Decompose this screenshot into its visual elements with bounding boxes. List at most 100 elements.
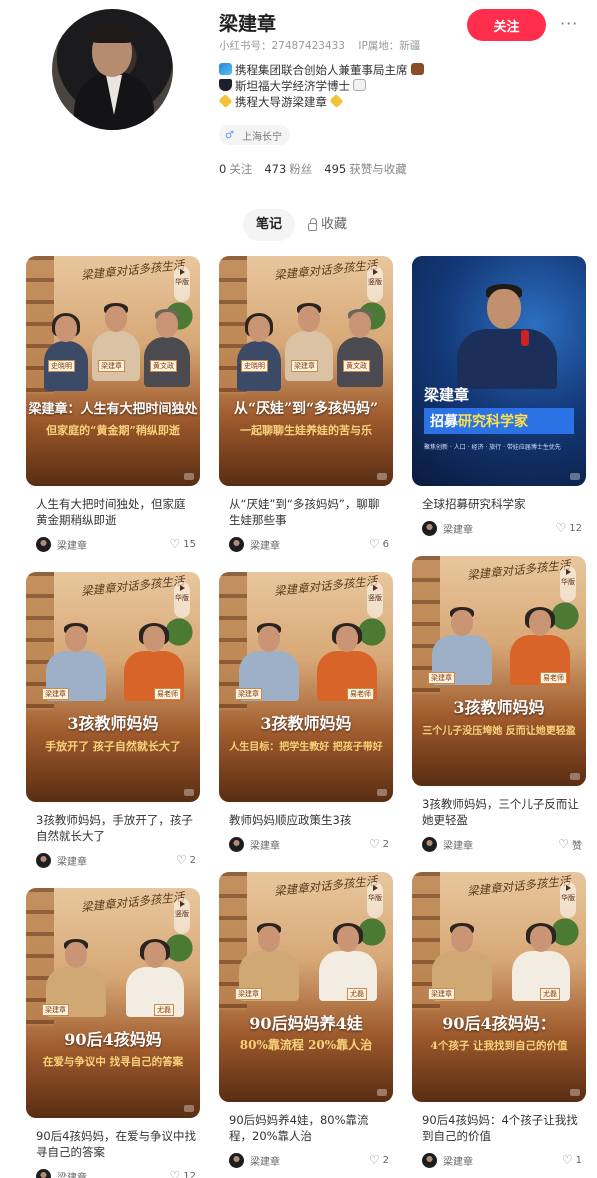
note-author[interactable]: 梁建章 ♡ 12 [36, 1168, 196, 1178]
tab-notes[interactable]: 笔记 [243, 209, 296, 241]
heart-outline-icon: ♡ [561, 1153, 573, 1167]
show-title: 梁建章对话多孩生活 [273, 873, 378, 899]
author-name: 梁建章 [57, 1172, 87, 1178]
note-author[interactable]: 梁建章 ♡ 1 [422, 1152, 582, 1168]
like-button[interactable]: ♡ 12 [556, 522, 583, 534]
like-count: 赞 [572, 840, 582, 852]
note-card[interactable]: 梁建章对话多孩生活 竖版 梁建章 尤磊 90后4孩妈妈 在爱与争议中 找寻自己的… [26, 888, 200, 1178]
follow-button[interactable]: 关注 [467, 9, 546, 41]
author-avatar [229, 536, 244, 552]
video-badge: 华版 [174, 266, 190, 302]
heart-outline-icon: ♡ [558, 837, 569, 851]
fans-stat[interactable]: 473 粉丝 [264, 161, 312, 177]
note-card[interactable]: 梁建章对话多孩生活 华版 梁建章 易老师 3孩教师妈妈 手放开了 孩子自然就长大… [26, 572, 200, 872]
note-author[interactable]: 梁建章 ♡ 2 [229, 1152, 389, 1168]
note-cover[interactable]: 梁建章 招募研究科学家 聚焦创新 · 人口 · 经济 · 旅行 · 带娃应届博士… [412, 256, 586, 486]
cover-subtitle: 但家庭的“黄金期”稍纵即逝 [46, 424, 180, 437]
note-cover[interactable]: 梁建章对话多孩生活 竖版 梁建章 尤磊 90后4孩妈妈 在爱与争议中 找寻自己的… [26, 888, 200, 1118]
profile-name: 梁建章 [219, 13, 277, 35]
host-nametag: 梁建章 [98, 360, 125, 372]
bio-line: 携程集团联合创始人兼董事局主席 [219, 62, 427, 78]
like-button[interactable]: ♡ 1 [562, 1154, 582, 1166]
like-button[interactable]: ♡ 2 [176, 854, 196, 866]
host-nametag: 梁建章 [235, 688, 262, 700]
note-caption[interactable]: 3孩教师妈妈，手放开了，孩子自然就长大了 [36, 812, 196, 844]
play-icon [372, 269, 378, 275]
note-author[interactable]: 梁建章 ♡ 2 [229, 836, 389, 852]
note-cover[interactable]: 梁建章对话多孩生活 华版 梁建章 易老师 3孩教师妈妈 三个儿子没压垮她 反而让… [412, 556, 586, 786]
note-caption[interactable]: 人生有大把时间独处，但家庭黄金期稍纵即逝 [36, 496, 196, 528]
note-author[interactable]: 梁建章 ♡ 6 [229, 536, 389, 552]
note-card[interactable]: 梁建章对话多孩生活 竖版 史晓明 梁建章 黄文政 从“厌娃”到“多孩妈妈” 一起… [219, 256, 393, 556]
like-button[interactable]: ♡ 2 [369, 838, 389, 850]
like-count: 15 [183, 538, 196, 550]
guest-nametag: 史晓明 [241, 360, 268, 372]
note-caption[interactable]: 教师妈妈顺应政策生3孩 [229, 812, 389, 828]
note-author[interactable]: 梁建章 ♡ 赞 [422, 836, 582, 852]
note-card[interactable]: 梁建章对话多孩生活 华版 梁建章 尤磊 90后4孩妈妈： 4个孩子 让我找到自己… [412, 872, 586, 1172]
note-cover[interactable]: 梁建章对话多孩生活 华版 梁建章 尤磊 90后4孩妈妈： 4个孩子 让我找到自己… [412, 872, 586, 1102]
guest-nametag: 黄文政 [343, 360, 370, 372]
like-count: 12 [569, 522, 582, 534]
note-caption[interactable]: 90后4孩妈妈：4个孩子让我找到自己的价值 [422, 1112, 582, 1144]
note-card[interactable]: 梁建章对话多孩生活 华版 梁建章 易老师 3孩教师妈妈 三个儿子没压垮她 反而让… [412, 556, 586, 856]
note-cover[interactable]: 梁建章对话多孩生活 华版 史晓明 梁建章 黄文政 梁建章：人生有大把时间独处 但… [26, 256, 200, 486]
note-author[interactable]: 梁建章 ♡ 2 [36, 852, 196, 868]
note-caption[interactable]: 全球招募研究科学家 [422, 496, 582, 512]
profile-avatar[interactable] [52, 9, 173, 130]
host-nametag: 梁建章 [235, 988, 262, 1000]
likes-stat: 495 获赞与收藏 [324, 162, 407, 176]
note-cover[interactable]: 梁建章对话多孩生活 华版 梁建章 尤磊 90后妈妈养4娃 80%靠流程 20%靠… [219, 872, 393, 1102]
author-avatar [229, 1152, 244, 1168]
like-button[interactable]: ♡ 15 [170, 538, 197, 550]
cover-subtitle: 聚焦创新 · 人口 · 经济 · 旅行 · 带娃应届博士生优先 [424, 444, 561, 451]
show-title: 梁建章对话多孩生活 [80, 257, 185, 283]
note-card[interactable]: 梁建章对话多孩生活 竖版 梁建章 易老师 3孩教师妈妈 人生目标：把学生教好 把… [219, 572, 393, 856]
like-button[interactable]: ♡ 12 [170, 1170, 197, 1178]
note-card[interactable]: 梁建章对话多孩生活 华版 梁建章 尤磊 90后妈妈养4娃 80%靠流程 20%靠… [219, 872, 393, 1172]
host-nametag: 梁建章 [42, 1004, 69, 1016]
like-count: 2 [189, 854, 196, 866]
author-avatar [36, 852, 51, 868]
note-caption[interactable]: 90后4孩妈妈，在爱与争议中找寻自己的答案 [36, 1128, 196, 1160]
cover-title: 招募研究科学家 [430, 414, 528, 430]
cover-subtitle: 手放开了 孩子自然就长大了 [45, 740, 181, 753]
following-stat[interactable]: 0 关注 [219, 161, 252, 177]
cover-title: 90后妈妈养4娃 [249, 1014, 363, 1033]
profile-stats: 0 关注 473 粉丝 495 获赞与收藏 [219, 161, 407, 177]
note-card[interactable]: 梁建章对话多孩生活 华版 史晓明 梁建章 黄文政 梁建章：人生有大把时间独处 但… [26, 256, 200, 556]
video-badge: 华版 [560, 566, 576, 602]
author-avatar [36, 1168, 51, 1178]
author-avatar [422, 836, 437, 852]
like-button[interactable]: ♡ 2 [369, 1154, 389, 1166]
cover-title: 3孩教师妈妈 [67, 714, 159, 733]
show-title: 梁建章对话多孩生活 [466, 557, 571, 583]
sparkle-icon [329, 93, 344, 109]
video-badge: 华版 [560, 882, 576, 918]
note-author[interactable]: 梁建章 ♡ 15 [36, 536, 196, 552]
note-card[interactable]: 梁建章 招募研究科学家 聚焦创新 · 人口 · 经济 · 旅行 · 带娃应届博士… [412, 256, 586, 536]
note-cover[interactable]: 梁建章对话多孩生活 竖版 梁建章 易老师 3孩教师妈妈 人生目标：把学生教好 把… [219, 572, 393, 802]
note-caption[interactable]: 3孩教师妈妈，三个儿子反而让她更轻盈 [422, 796, 582, 828]
show-title: 梁建章对话多孩生活 [466, 873, 571, 899]
author-name: 梁建章 [250, 540, 280, 552]
guest-nametag: 黄文政 [150, 360, 177, 372]
author-name: 梁建章 [250, 840, 280, 852]
like-count: 6 [382, 538, 389, 550]
note-cover[interactable]: 梁建章对话多孩生活 华版 梁建章 易老师 3孩教师妈妈 手放开了 孩子自然就长大… [26, 572, 200, 802]
tab-collections[interactable]: 收藏 [295, 209, 360, 241]
like-button[interactable]: ♡ 6 [369, 538, 389, 550]
host-nametag: 梁建章 [291, 360, 318, 372]
more-dots-icon[interactable]: ··· [560, 14, 578, 33]
heart-outline-icon: ♡ [169, 537, 181, 551]
show-title: 梁建章对话多孩生活 [80, 889, 185, 915]
note-cover[interactable]: 梁建章对话多孩生活 竖版 史晓明 梁建章 黄文政 从“厌娃”到“多孩妈妈” 一起… [219, 256, 393, 486]
like-button[interactable]: ♡ 赞 [558, 837, 582, 852]
note-author[interactable]: 梁建章 ♡ 12 [422, 520, 582, 536]
host-nametag: 梁建章 [42, 688, 69, 700]
note-caption[interactable]: 90后妈妈养4娃，80%靠流程，20%靠人治 [229, 1112, 389, 1144]
note-caption[interactable]: 从“厌娃”到“多孩妈妈”，聊聊生娃那些事 [229, 496, 389, 528]
cover-subtitle: 一起聊聊生娃养娃的苦与乐 [240, 424, 372, 437]
cover-title: 从“厌娃”到“多孩妈妈” [233, 401, 379, 417]
bio-line: 携程大导游梁建章 [218, 93, 427, 110]
